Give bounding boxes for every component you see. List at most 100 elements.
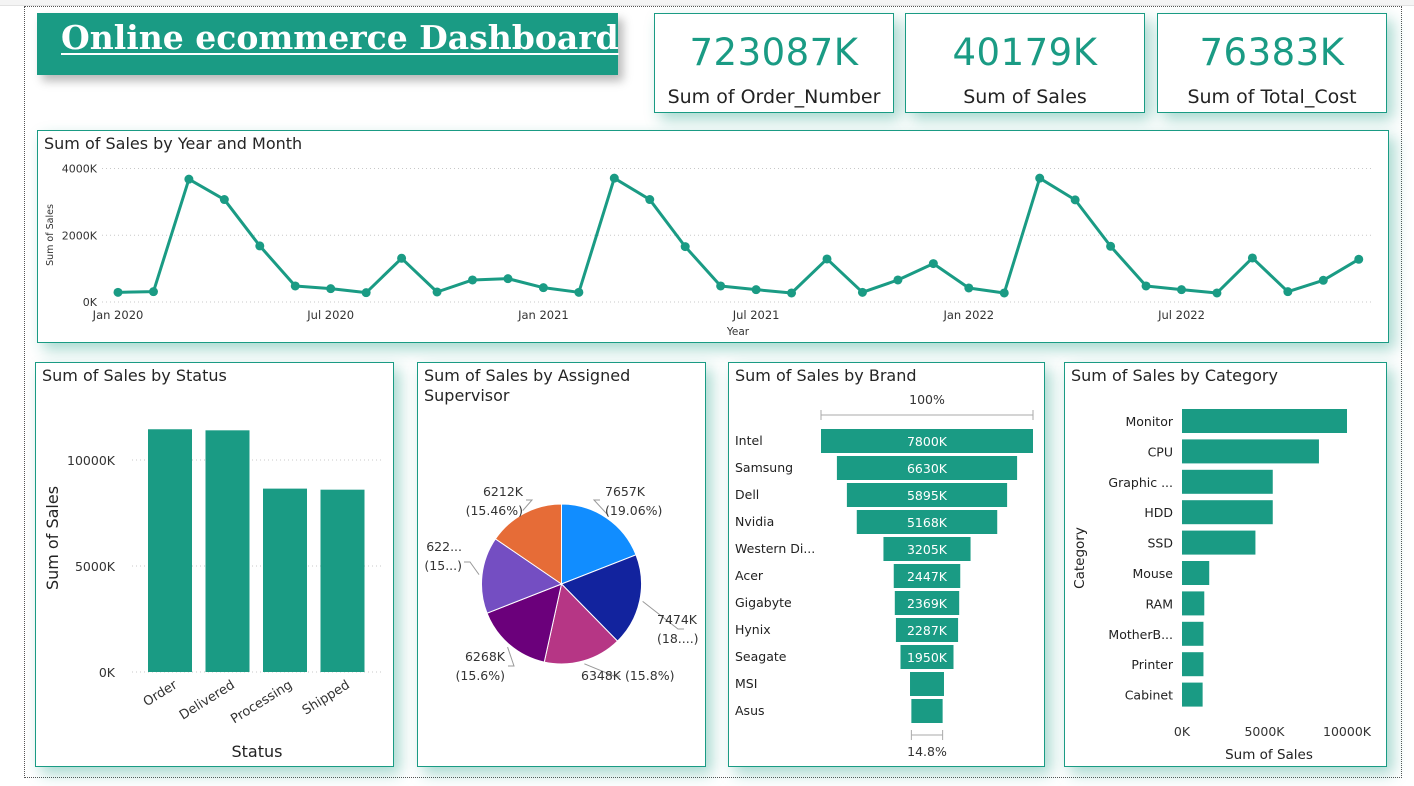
slice-value-label: 6348K (15.8%): [581, 668, 674, 683]
bar: [1182, 530, 1256, 555]
bar-value-label: 3205K: [907, 542, 948, 557]
status-chart-panel[interactable]: Sum of Sales by Status 0K 5000K 10000K Sum …: [35, 362, 394, 767]
funnel-top-label: 100%: [909, 392, 945, 407]
x-axis-title: Sum of Sales: [1225, 747, 1313, 763]
data-point: [1106, 241, 1116, 251]
bar: [1182, 591, 1205, 616]
category-label: Dell: [735, 487, 759, 502]
x-tick-label: Shipped: [300, 678, 353, 719]
leader-line: [507, 646, 515, 667]
data-point: [1354, 254, 1364, 264]
page-title: Online ecommerce Dashboard: [61, 18, 619, 57]
data-point: [1035, 173, 1045, 183]
x-tick-label: Jan 2020: [92, 308, 144, 322]
data-point: [857, 287, 867, 297]
data-point: [113, 287, 123, 297]
line-chart-panel[interactable]: Sum of Sales by Year and Month 0K 2000K 40…: [37, 130, 1389, 343]
bar: [320, 489, 365, 672]
x-tick-label: 5000K: [1244, 724, 1285, 739]
category-label: Graphic ...: [1108, 475, 1173, 490]
data-point: [1212, 288, 1222, 298]
x-tick-label: Jul 2020: [306, 308, 354, 322]
bar-value-label: 6630K: [907, 461, 948, 476]
category-label: Monitor: [1125, 414, 1173, 429]
category-label: Seagate: [735, 649, 787, 664]
data-point: [1283, 287, 1293, 297]
kpi-value: 723087K: [689, 31, 859, 74]
x-tick-label: Order: [141, 677, 181, 710]
category-label: Cabinet: [1125, 688, 1173, 703]
category-label: Intel: [735, 433, 763, 448]
bar: [1182, 439, 1319, 464]
data-point: [822, 254, 832, 264]
slice-value-label: 6268K: [465, 649, 506, 664]
data-point: [361, 288, 371, 298]
line-chart-svg: 0K2000K4000KJan 2020 Jul 2020 Jan 2021 Jul …: [45, 163, 1373, 338]
data-point: [680, 242, 690, 252]
slice-value-label: 7474K: [657, 612, 698, 627]
category-label: Hynix: [735, 622, 771, 637]
slice-percent-label: (18....): [657, 631, 699, 646]
category-label: HDD: [1144, 505, 1173, 520]
slice-value-label: 622...: [426, 539, 462, 554]
data-point: [1070, 195, 1080, 205]
supervisor-pie-chart-svg: 7657K (19.06%) 7474K (18....) 6348K (15.8%) 6…: [424, 484, 699, 683]
y-tick-label: 4000K: [62, 163, 98, 176]
status-bar-chart-svg: 0K5000K10000KSum of SalesOrderDeliveredP…: [43, 429, 384, 761]
data-point: [751, 285, 761, 295]
data-point: [1177, 285, 1186, 295]
dashboard-title-banner: Online ecommerce Dashboard: [37, 13, 619, 75]
y-tick-label: 10000K: [67, 453, 116, 468]
category-bar-chart-svg: Monitor CPU Graphic ... HDD SSD Mouse RAM Mothe…: [1072, 409, 1372, 763]
x-tick-label: Jan 2022: [942, 308, 994, 322]
x-tick-label: 0K: [1174, 724, 1191, 739]
bar-value-label: 2369K: [907, 596, 948, 611]
data-point: [645, 195, 655, 205]
x-tick-label: Jan 2021: [517, 308, 569, 322]
kpi-card-total-cost[interactable]: 76383K Sum of Total_Cost: [1157, 13, 1387, 113]
x-axis-title: Year: [726, 326, 750, 338]
category-label: Samsung: [735, 460, 793, 475]
data-point: [538, 283, 548, 293]
bar: [1182, 652, 1204, 677]
bar-value-label: 5895K: [907, 488, 948, 503]
bar-value-label: 7800K: [907, 434, 948, 449]
data-point: [184, 174, 194, 184]
category-label: Western Di...: [735, 541, 815, 556]
kpi-card-order-number[interactable]: 723087K Sum of Order_Number: [654, 13, 894, 113]
bar: [1182, 621, 1204, 646]
bar: [205, 430, 250, 672]
slice-value-label: 6212K: [483, 484, 524, 499]
x-tick-label: Jul 2021: [732, 308, 780, 322]
supervisor-chart-panel[interactable]: Sum of Sales by Assigned Supervisor 7657…: [417, 362, 706, 767]
data-point: [255, 241, 265, 251]
kpi-label: Sum of Sales: [963, 86, 1087, 108]
bar: [1182, 500, 1273, 525]
kpi-label: Sum of Order_Number: [667, 86, 881, 108]
category-chart-panel[interactable]: Sum of Sales by Category Monitor CPU Graph…: [1064, 362, 1387, 767]
bar-value-label: 5168K: [907, 515, 948, 530]
bar-value-label: 1950K: [907, 650, 948, 665]
data-point: [468, 275, 477, 285]
bar-value-label: 2287K: [907, 623, 948, 638]
y-axis-title: Category: [1072, 527, 1088, 589]
funnel-bar: [910, 672, 944, 696]
kpi-card-sales[interactable]: 40179K Sum of Sales: [905, 13, 1145, 113]
category-label: RAM: [1145, 596, 1173, 611]
brand-chart-panel[interactable]: Sum of Sales by Brand 100% Intel 7800K Sams…: [728, 362, 1045, 767]
data-point: [964, 283, 974, 293]
y-axis-title: Sum of Sales: [43, 486, 62, 590]
leader-line: [464, 561, 480, 575]
bar: [1182, 409, 1347, 433]
category-label: Printer: [1131, 657, 1173, 672]
data-point: [148, 287, 158, 297]
x-axis-title: Status: [232, 742, 283, 761]
data-point: [928, 259, 938, 269]
category-label: SSD: [1148, 536, 1174, 551]
category-label: Asus: [735, 703, 765, 718]
y-tick-label: 0K: [99, 665, 116, 680]
slice-value-label: 7657K: [605, 484, 646, 499]
x-tick-label: Processing: [228, 678, 295, 728]
bar: [1182, 682, 1203, 707]
category-label: Acer: [735, 568, 764, 583]
